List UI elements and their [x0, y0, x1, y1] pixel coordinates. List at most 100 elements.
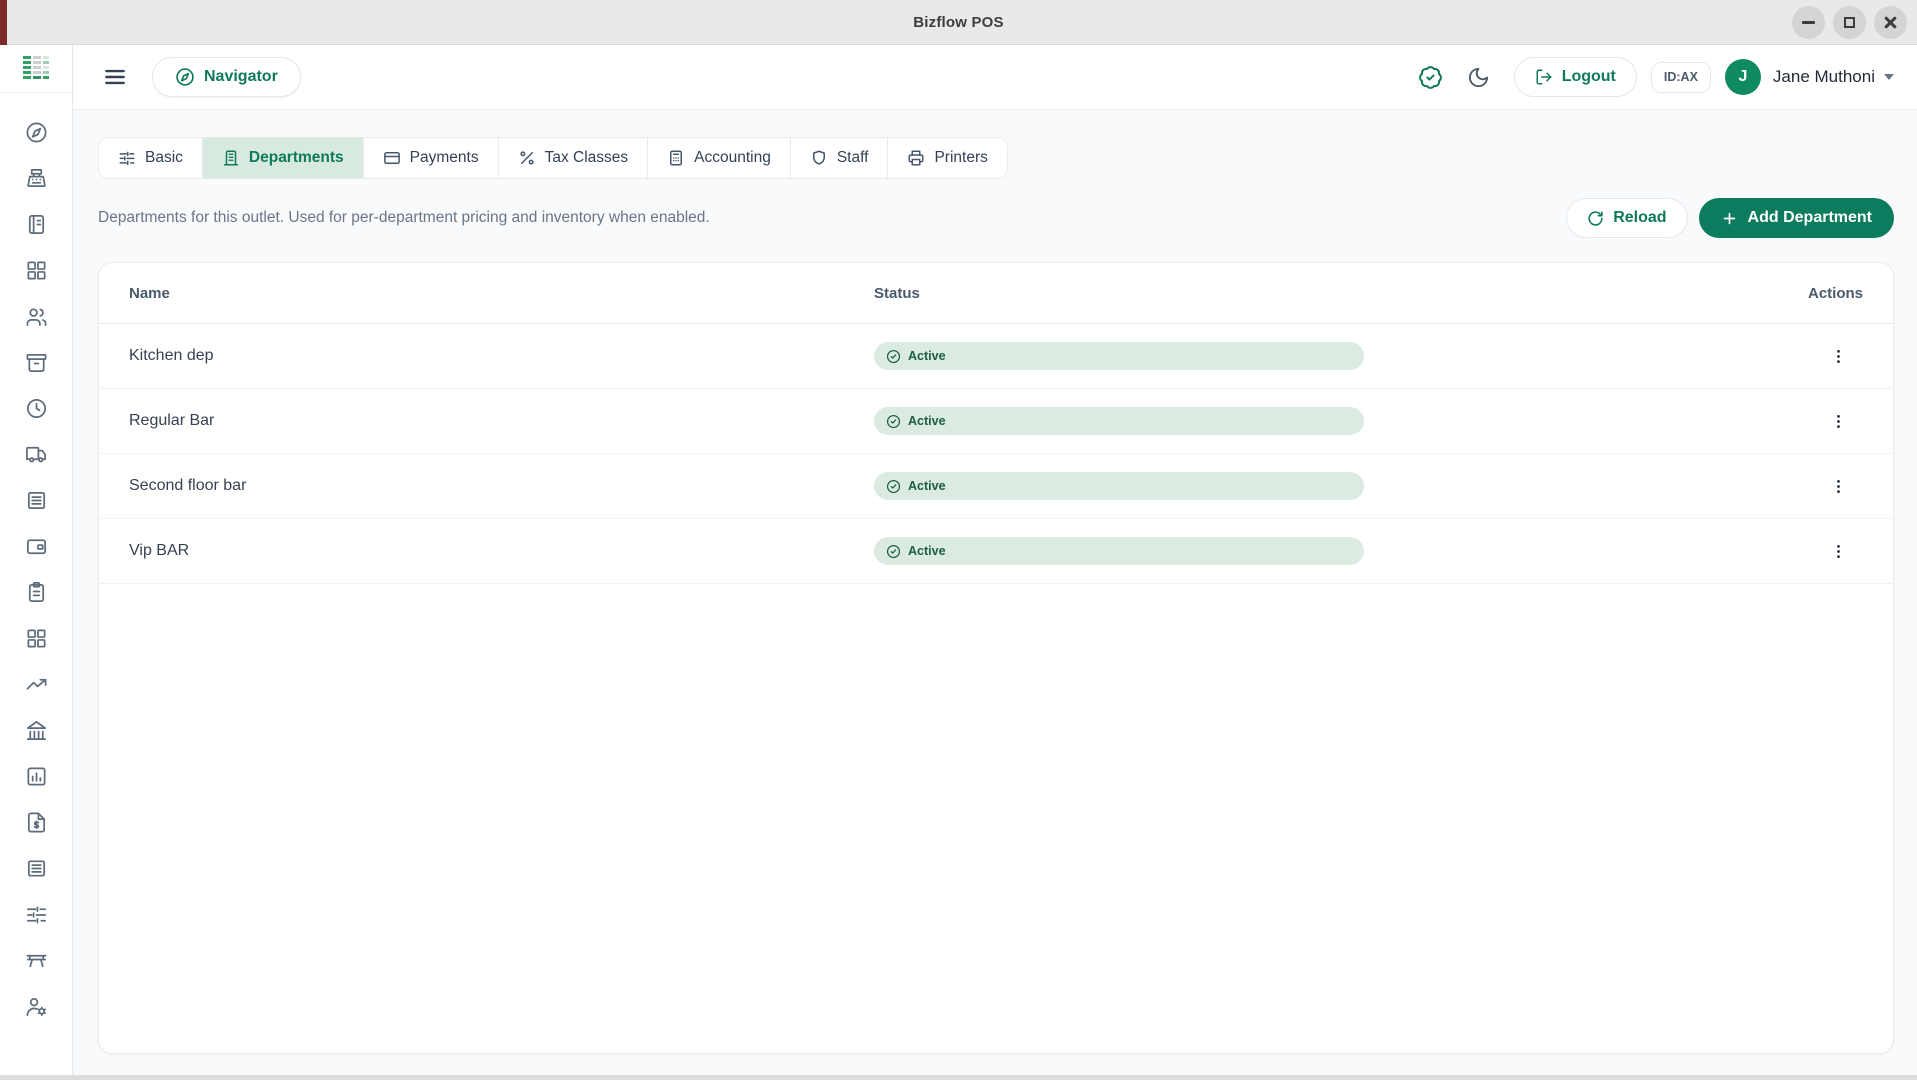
- tab-departments[interactable]: Departments: [202, 138, 364, 178]
- row-actions-button[interactable]: [1821, 469, 1855, 503]
- actions-cell: [1713, 469, 1863, 503]
- status-label: Active: [908, 479, 946, 493]
- user-name[interactable]: Jane Muthoni: [1773, 67, 1875, 87]
- reload-label: Reload: [1613, 209, 1667, 226]
- department-name: Regular Bar: [129, 412, 215, 429]
- status-badge: Active: [874, 537, 1364, 565]
- status-cell: Active: [874, 537, 1713, 565]
- tab-label: Basic: [145, 149, 183, 166]
- building-icon: [223, 150, 239, 166]
- status-cell: Active: [874, 472, 1713, 500]
- minimize-button[interactable]: [1792, 6, 1825, 39]
- sidebar-item-shifts[interactable]: [0, 385, 72, 431]
- tab-staff[interactable]: Staff: [790, 138, 889, 178]
- tab-tax-classes[interactable]: Tax Classes: [498, 138, 649, 178]
- actions-cell: [1713, 404, 1863, 438]
- tab-accounting[interactable]: Accounting: [648, 138, 791, 178]
- moon-icon: [1468, 67, 1488, 87]
- theme-toggle-button[interactable]: [1467, 66, 1490, 89]
- department-name: Vip BAR: [129, 542, 190, 559]
- sidebar-item-menu-grid[interactable]: [0, 247, 72, 293]
- row-actions-button[interactable]: [1821, 404, 1855, 438]
- user-cog-icon: [26, 997, 46, 1016]
- table-row: Regular Bar Active: [99, 389, 1893, 454]
- row-actions-button[interactable]: [1821, 339, 1855, 373]
- sidebar-item-navigator[interactable]: [0, 109, 72, 155]
- license-status-button[interactable]: [1418, 65, 1443, 90]
- toolbar-row: Departments for this outlet. Used for pe…: [98, 198, 1894, 238]
- sidebar-item-preferences[interactable]: [0, 891, 72, 937]
- percent-icon: [519, 151, 534, 165]
- sidebar-item-banking[interactable]: [0, 707, 72, 753]
- status-badge: Active: [874, 472, 1364, 500]
- sidebar-item-deliveries[interactable]: [0, 431, 72, 477]
- bank-icon: [26, 720, 46, 740]
- add-department-button[interactable]: Add Department: [1698, 198, 1894, 238]
- minimize-icon: [1802, 21, 1815, 24]
- clock-icon: [26, 398, 46, 418]
- sidebar-item-tables[interactable]: [0, 937, 72, 983]
- topbar: Navigator Logout ID:AX J Jane Muthoni: [73, 45, 1917, 110]
- sidebar-item-ledger[interactable]: [0, 845, 72, 891]
- sidebar-item-wallet[interactable]: [0, 523, 72, 569]
- status-cell: Active: [874, 342, 1713, 370]
- status-badge: Active: [874, 342, 1364, 370]
- status-label: Active: [908, 349, 946, 363]
- toolbar-actions: Reload Add Department: [1566, 198, 1894, 238]
- check-circle-icon: [886, 414, 901, 428]
- settings-tabs: Basic Departments Payments Tax Classes A…: [98, 137, 1008, 179]
- reload-button[interactable]: Reload: [1566, 198, 1688, 238]
- sidebar-item-stock-archive[interactable]: [0, 339, 72, 385]
- avatar-initial: J: [1738, 68, 1748, 85]
- avatar[interactable]: J: [1724, 59, 1761, 95]
- departments-table-card: Name Status Actions Kitchen dep Active R…: [98, 262, 1894, 1054]
- wallet-icon: [26, 538, 46, 554]
- archive-icon: [26, 353, 46, 372]
- sidebar-item-purchase-list[interactable]: [0, 569, 72, 615]
- sidebar-item-user-management[interactable]: [0, 983, 72, 1029]
- sidebar-item-customers[interactable]: [0, 293, 72, 339]
- table-row: Kitchen dep Active: [99, 324, 1893, 389]
- row-actions-button[interactable]: [1821, 534, 1855, 568]
- hamburger-menu-icon: [105, 69, 125, 85]
- sidebar-item-invoices[interactable]: [0, 799, 72, 845]
- column-header-status: Status: [874, 284, 920, 302]
- window-bottom-edge: [0, 1075, 1917, 1080]
- close-button[interactable]: [1874, 6, 1907, 39]
- department-name: Kitchen dep: [129, 347, 214, 364]
- table-row: Second floor bar Active: [99, 454, 1893, 519]
- tab-printers[interactable]: Printers: [888, 138, 1007, 178]
- section-description: Departments for this outlet. Used for pe…: [98, 209, 710, 226]
- sliders-icon: [119, 151, 135, 166]
- printer-icon: [908, 150, 924, 166]
- navigator-button[interactable]: Navigator: [152, 57, 301, 97]
- sidebar-item-sales-journal[interactable]: [0, 201, 72, 247]
- badge-check-icon: [1418, 65, 1442, 89]
- logout-icon: [1536, 69, 1552, 85]
- ledger-icon: [27, 859, 45, 877]
- sidebar-item-cash-register[interactable]: [0, 155, 72, 201]
- sidebar-item-reports[interactable]: [0, 753, 72, 799]
- credit-card-icon: [383, 152, 400, 164]
- table-row: Vip BAR Active: [99, 519, 1893, 584]
- window-title: Bizflow POS: [913, 14, 1004, 31]
- close-icon: [1883, 15, 1898, 30]
- tab-basic[interactable]: Basic: [99, 138, 203, 178]
- table-icon: [26, 954, 46, 967]
- sidebar-item-apps-grid[interactable]: [0, 615, 72, 661]
- sidebar-item-order-logs[interactable]: [0, 477, 72, 523]
- actions-cell: [1713, 534, 1863, 568]
- sidebar-nav: [0, 93, 72, 1029]
- chevron-down-icon[interactable]: [1884, 74, 1894, 80]
- users-icon: [26, 307, 46, 326]
- sidebar: [0, 45, 73, 1075]
- plus-icon: [1723, 212, 1735, 224]
- maximize-button[interactable]: [1833, 6, 1866, 39]
- status-label: Active: [908, 414, 946, 428]
- logs-icon: [27, 491, 45, 509]
- logout-button[interactable]: Logout: [1513, 57, 1637, 97]
- hamburger-menu-button[interactable]: [98, 60, 132, 94]
- sidebar-item-trends[interactable]: [0, 661, 72, 707]
- topbar-right: Logout ID:AX J Jane Muthoni: [1418, 57, 1894, 97]
- tab-payments[interactable]: Payments: [363, 138, 499, 178]
